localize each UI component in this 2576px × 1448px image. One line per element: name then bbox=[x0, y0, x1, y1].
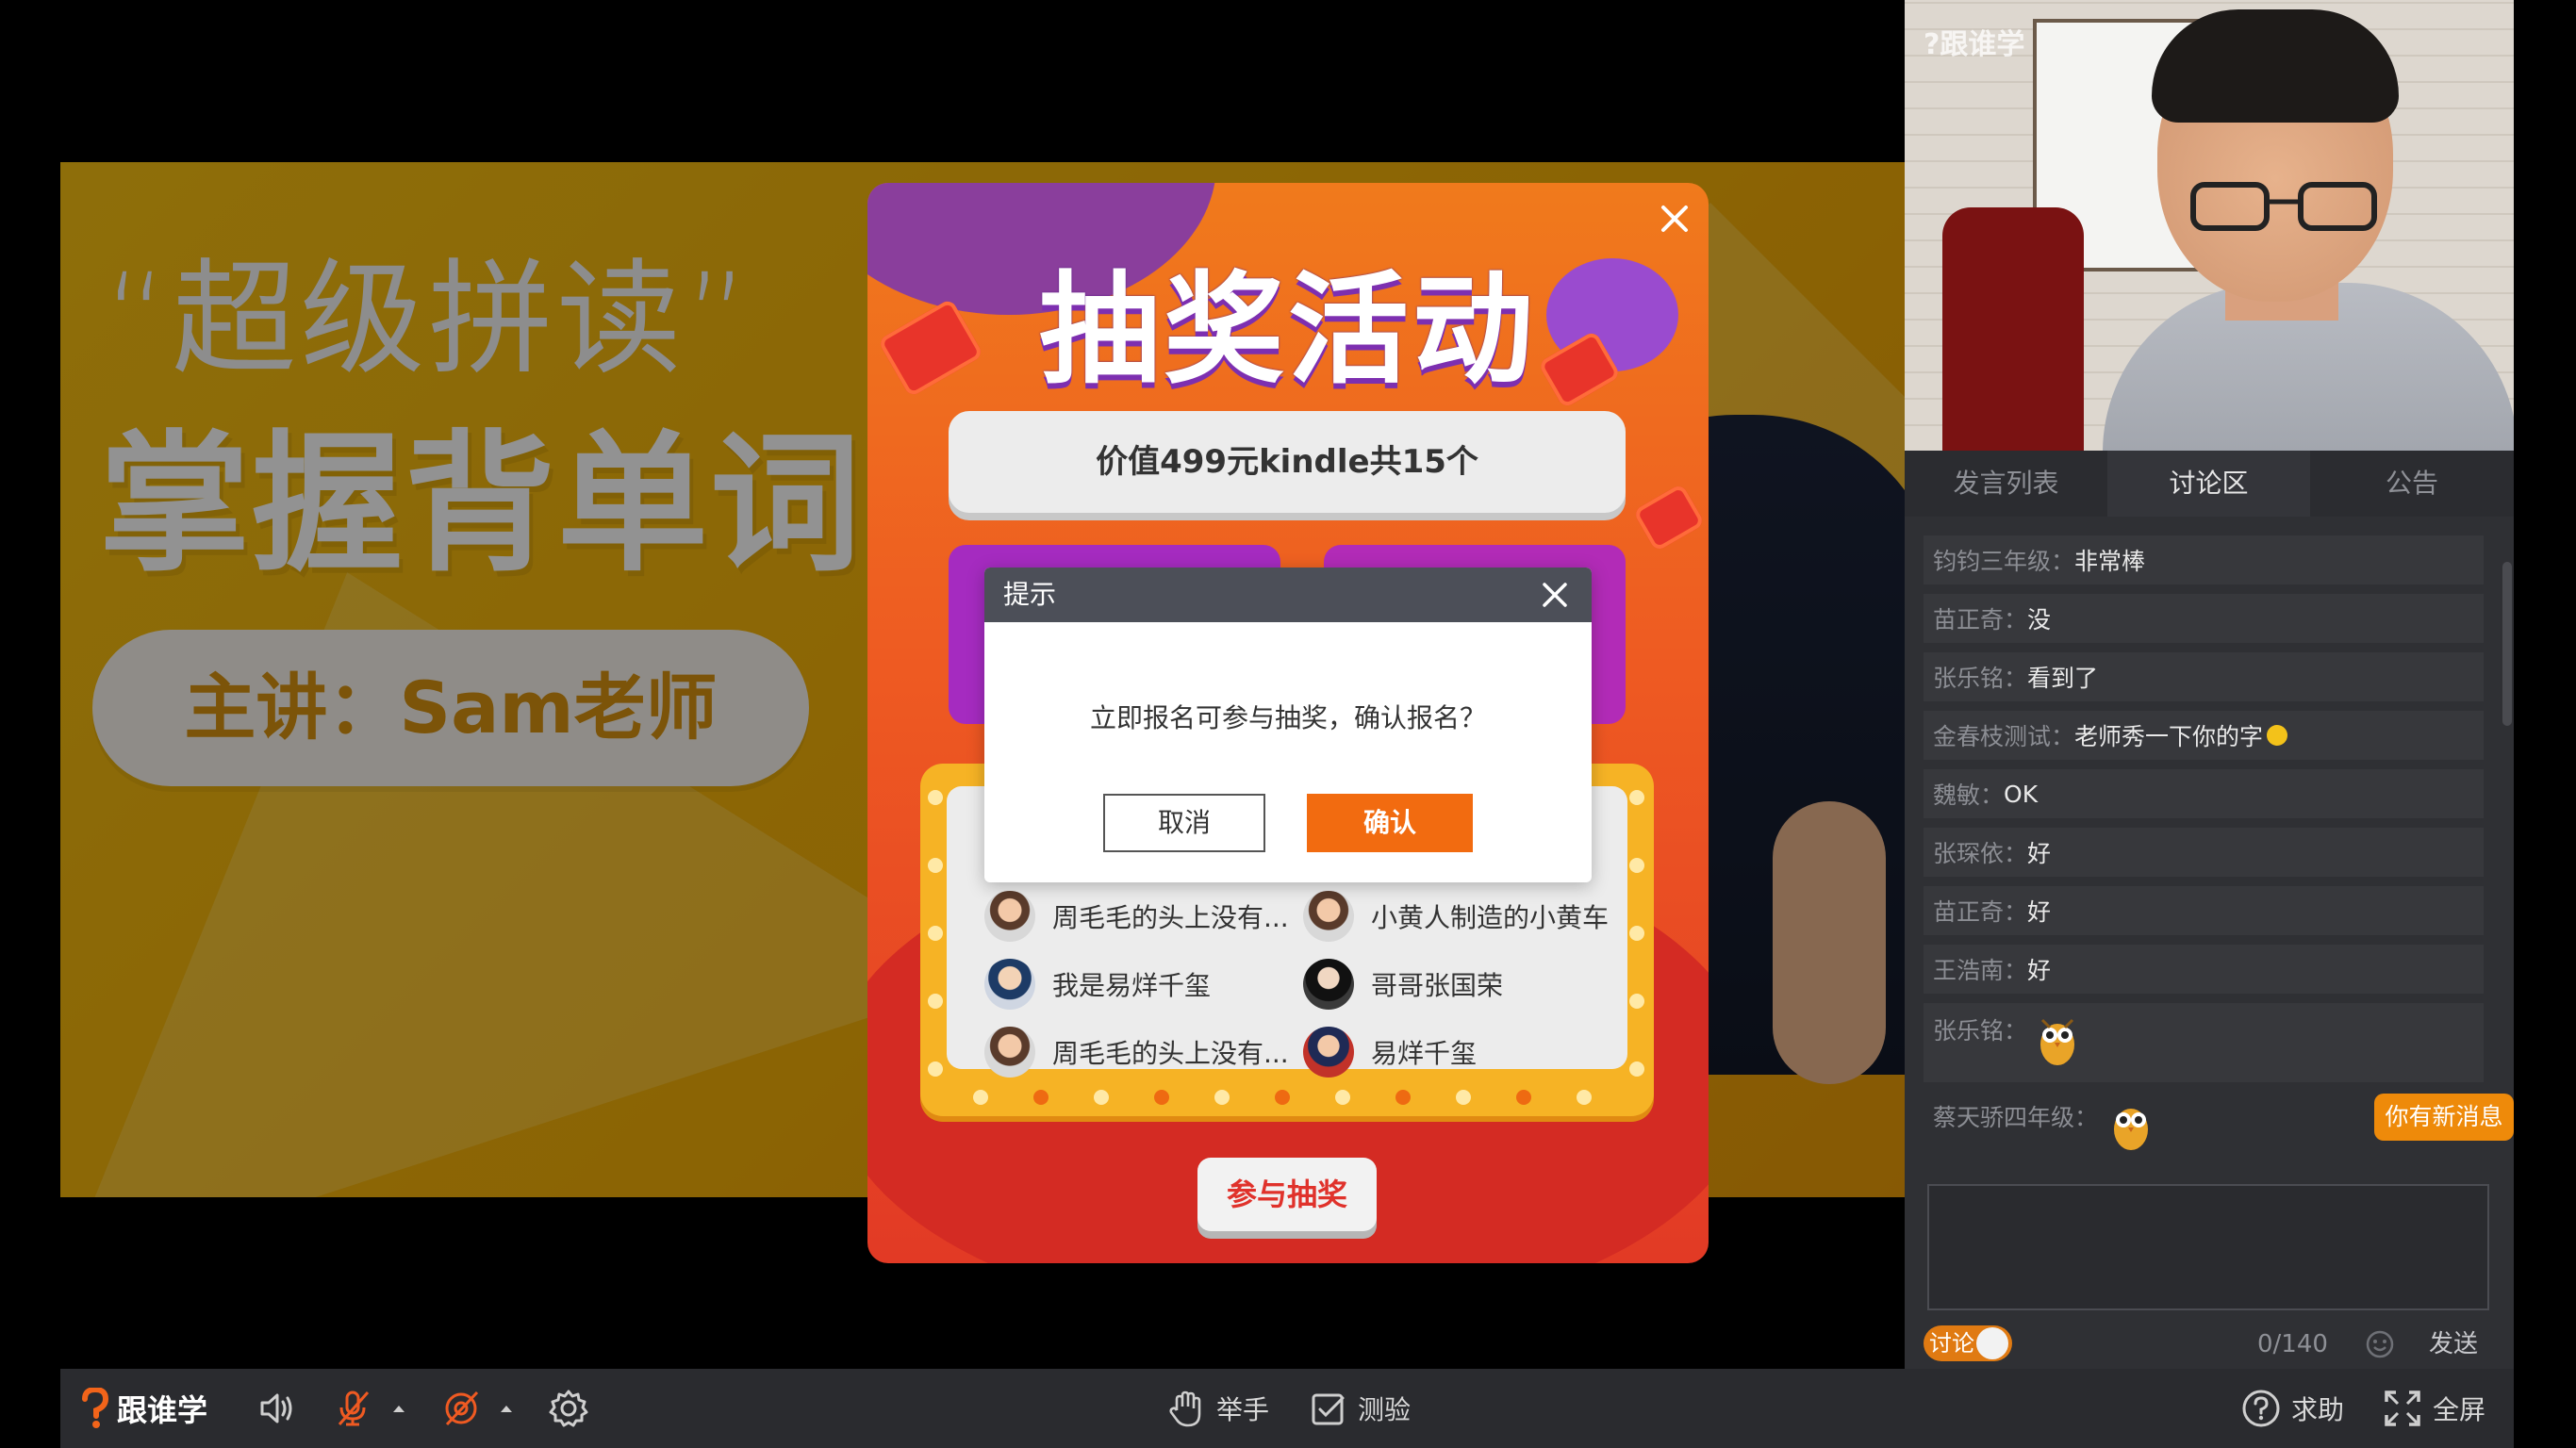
camera-off-icon[interactable] bbox=[439, 1369, 483, 1448]
chat-input[interactable] bbox=[1927, 1184, 2489, 1310]
chat-user: 苗正奇： bbox=[1933, 898, 2028, 926]
lottery-title: 抽奖活动 bbox=[1038, 260, 1537, 401]
fullscreen-icon bbox=[2385, 1390, 2420, 1426]
video-watermark: ?跟谁学 bbox=[1924, 28, 2025, 61]
chat-text: 非常棒 bbox=[2074, 548, 2146, 575]
avatar bbox=[1303, 959, 1354, 1010]
chat-message: 张琛依： 好 bbox=[1924, 828, 2484, 877]
winner-item: 哥哥张国荣 bbox=[1303, 959, 1503, 1010]
chat-message: 张乐铭： bbox=[1924, 1003, 2484, 1082]
microphone-off-icon[interactable] bbox=[332, 1369, 375, 1448]
avatar bbox=[1303, 891, 1354, 942]
help-icon bbox=[2242, 1390, 2280, 1427]
prize-text: 价值499元kindle共15个 bbox=[1096, 443, 1478, 481]
speaker-icon[interactable] bbox=[256, 1369, 296, 1448]
winner-item: 周毛毛的头上没有... bbox=[984, 1027, 1289, 1078]
chat-user: 苗正奇： bbox=[1933, 606, 2028, 634]
chat-text: 看到了 bbox=[2027, 665, 2099, 692]
camera-options-chevron-icon[interactable] bbox=[498, 1369, 515, 1448]
brand-icon bbox=[82, 1388, 109, 1428]
chat-user: 金春枝测试： bbox=[1933, 723, 2075, 750]
chat-message: 苗正奇： 没 bbox=[1924, 594, 2484, 643]
chat-message: 王浩南： 好 bbox=[1924, 945, 2484, 994]
owl-sticker-icon bbox=[2114, 1109, 2148, 1150]
chat-text: 好 bbox=[2027, 957, 2052, 984]
winner-name: 易烊千玺 bbox=[1371, 1038, 1478, 1069]
teacher-video bbox=[1905, 0, 2514, 451]
join-lottery-label[interactable]: 参与抽奖 bbox=[1197, 1158, 1377, 1231]
raise-hand-label: 举手 bbox=[1216, 1394, 1270, 1425]
chat-text: 老师秀一下你的字 bbox=[2074, 723, 2264, 750]
quiz-icon bbox=[1312, 1393, 1345, 1425]
char-counter: 0/140 bbox=[2257, 1330, 2328, 1358]
avatar bbox=[984, 891, 1035, 942]
winner-item: 小黄人制造的小黄车 bbox=[1303, 891, 1609, 942]
tab-announcement[interactable]: 公告 bbox=[2310, 451, 2514, 517]
chat-message: 魏敏： OK bbox=[1924, 769, 2484, 818]
avatar bbox=[984, 1027, 1035, 1078]
mic-options-chevron-icon[interactable] bbox=[390, 1369, 407, 1448]
send-button[interactable]: 发送 bbox=[2429, 1325, 2478, 1363]
cancel-button[interactable]: 取消 bbox=[1103, 794, 1265, 852]
raise-hand-button[interactable]: 举手 bbox=[1165, 1369, 1269, 1448]
winner-name: 周毛毛的头上没有... bbox=[1052, 1038, 1289, 1069]
tab-speech-list[interactable]: 发言列表 bbox=[1905, 451, 2107, 517]
discuss-toggle-label: 讨论 bbox=[1929, 1330, 1974, 1357]
help-button[interactable]: 求助 bbox=[2240, 1369, 2344, 1448]
smile-emoji-icon bbox=[2267, 725, 2288, 746]
winner-name: 周毛毛的头上没有... bbox=[1052, 902, 1289, 933]
bottom-toolbar bbox=[60, 1369, 2514, 1448]
emoji-icon[interactable] bbox=[2365, 1329, 2395, 1359]
dialog-title: 提示 bbox=[1003, 579, 1057, 610]
chat-user: 钧钧三年级： bbox=[1933, 548, 2075, 575]
winner-name: 哥哥张国荣 bbox=[1371, 970, 1504, 1001]
chat-scrollbar[interactable] bbox=[2502, 562, 2512, 726]
help-label: 求助 bbox=[2291, 1394, 2345, 1425]
chat-message: 苗正奇： 好 bbox=[1924, 886, 2484, 935]
chat-user: 王浩南： bbox=[1933, 957, 2028, 984]
chat-user: 张乐铭： bbox=[1933, 1017, 2028, 1045]
chat-message: 金春枝测试： 老师秀一下你的字 bbox=[1924, 711, 2484, 760]
brand-logo: 跟谁学 bbox=[79, 1369, 207, 1448]
toggle-knob[interactable] bbox=[1976, 1327, 2008, 1359]
dialog-header bbox=[984, 568, 1592, 622]
chat-text: OK bbox=[2004, 780, 2039, 808]
chat-text: 好 bbox=[2027, 840, 2052, 867]
chat-message: 钧钧三年级： 非常棒 bbox=[1924, 535, 2484, 584]
chat-text: 好 bbox=[2027, 898, 2052, 926]
fullscreen-label: 全屏 bbox=[2433, 1394, 2486, 1425]
confirm-button[interactable]: 确认 bbox=[1307, 794, 1473, 852]
winner-name: 我是易烊千玺 bbox=[1052, 970, 1212, 1001]
dialog-message: 立即报名可参与抽奖，确认报名？ bbox=[1089, 702, 1486, 733]
settings-gear-icon[interactable] bbox=[547, 1369, 590, 1448]
confirm-dialog: 提示 立即报名可参与抽奖，确认报名？ 取消 确认 bbox=[984, 568, 1592, 882]
avatar bbox=[1303, 1027, 1354, 1078]
new-message-badge[interactable]: 你有新消息 bbox=[2374, 1094, 2514, 1141]
chat-user: 张琛依： bbox=[1933, 840, 2028, 867]
owl-sticker-icon bbox=[2040, 1018, 2074, 1065]
quiz-label: 测验 bbox=[1358, 1394, 1412, 1425]
tab-discussion[interactable]: 讨论区 bbox=[2107, 451, 2310, 517]
avatar bbox=[984, 959, 1035, 1010]
brand-name: 跟谁学 bbox=[117, 1392, 208, 1428]
quiz-button[interactable]: 测验 bbox=[1309, 1369, 1411, 1448]
lottery-close-icon[interactable] bbox=[1656, 200, 1693, 238]
chat-text: 没 bbox=[2027, 606, 2052, 634]
winner-item: 我是易烊千玺 bbox=[984, 959, 1211, 1010]
chat-user: 魏敏： bbox=[1933, 782, 2005, 809]
winner-item: 周毛毛的头上没有... bbox=[984, 891, 1289, 942]
dialog-close-icon[interactable] bbox=[1539, 579, 1571, 611]
chat-tabs: 发言列表 讨论区 公告 bbox=[1905, 451, 2514, 517]
winner-item: 易烊千玺 bbox=[1303, 1027, 1477, 1078]
fullscreen-button[interactable]: 全屏 bbox=[2382, 1369, 2485, 1448]
chat-message: 张乐铭： 看到了 bbox=[1924, 652, 2484, 701]
winner-name: 小黄人制造的小黄车 bbox=[1371, 902, 1610, 933]
chat-user: 张乐铭： bbox=[1933, 665, 2028, 692]
chat-user: 蔡天骄四年级： bbox=[1933, 1104, 2099, 1131]
hand-icon bbox=[1169, 1390, 1201, 1427]
